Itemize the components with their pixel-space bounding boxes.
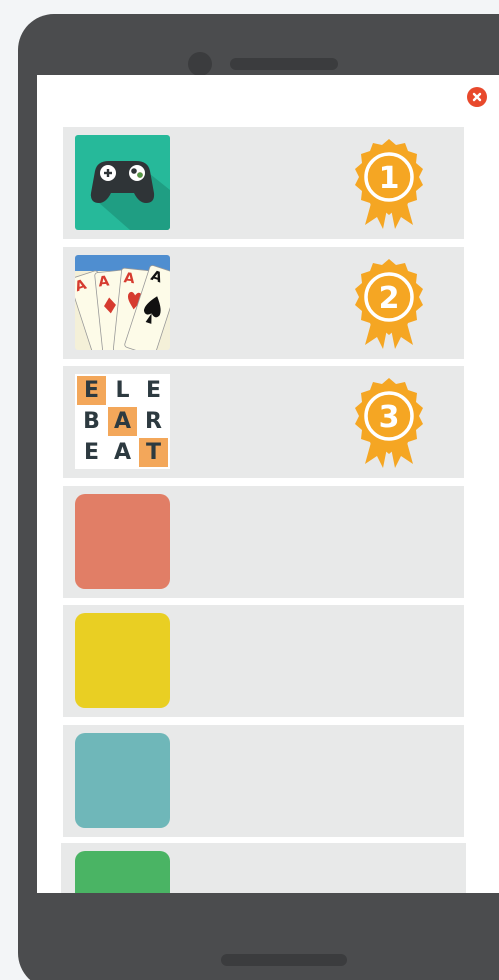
letter-tile: E: [77, 376, 106, 405]
rank-1-medal-icon: 1: [355, 139, 423, 229]
rank-2-medal-icon: 2: [355, 259, 423, 349]
svg-text:A: A: [98, 273, 111, 290]
playing-cards-app-icon: A A A A: [75, 255, 170, 350]
letter-tile: B: [77, 407, 106, 436]
letter-tile: E: [77, 438, 106, 467]
letter-tile: A: [108, 438, 137, 467]
list-item[interactable]: [63, 725, 464, 837]
close-button[interactable]: [467, 87, 487, 107]
game-controller-app-icon: [75, 135, 170, 230]
list-item[interactable]: [63, 605, 464, 717]
list-item[interactable]: A A A A 2: [63, 247, 464, 359]
front-camera: [188, 52, 212, 76]
list-item[interactable]: [63, 486, 464, 598]
list-item[interactable]: [61, 843, 466, 893]
placeholder-app-icon: [75, 494, 170, 589]
letter-tile: R: [139, 407, 168, 436]
rank-number: 2: [379, 281, 400, 316]
earpiece-speaker: [230, 58, 338, 70]
close-icon: [472, 92, 482, 102]
word-grid-app-icon: E L E B A R E A T: [75, 374, 170, 469]
rank-3-medal-icon: 3: [355, 378, 423, 468]
letter-tile: A: [108, 407, 137, 436]
svg-text:A: A: [123, 270, 136, 287]
list-item[interactable]: 1: [63, 127, 464, 239]
rank-number: 3: [379, 400, 400, 435]
home-button[interactable]: [221, 954, 347, 966]
phone-screen: 1 A A A A 2 E L E B A R E A T 3: [37, 75, 499, 893]
rank-number: 1: [379, 161, 400, 196]
letter-tile: T: [139, 438, 168, 467]
placeholder-app-icon: [75, 613, 170, 708]
list-item[interactable]: E L E B A R E A T 3: [63, 366, 464, 478]
placeholder-app-icon: [75, 851, 170, 893]
letter-tile: L: [108, 376, 137, 405]
letter-tile: E: [139, 376, 168, 405]
placeholder-app-icon: [75, 733, 170, 828]
